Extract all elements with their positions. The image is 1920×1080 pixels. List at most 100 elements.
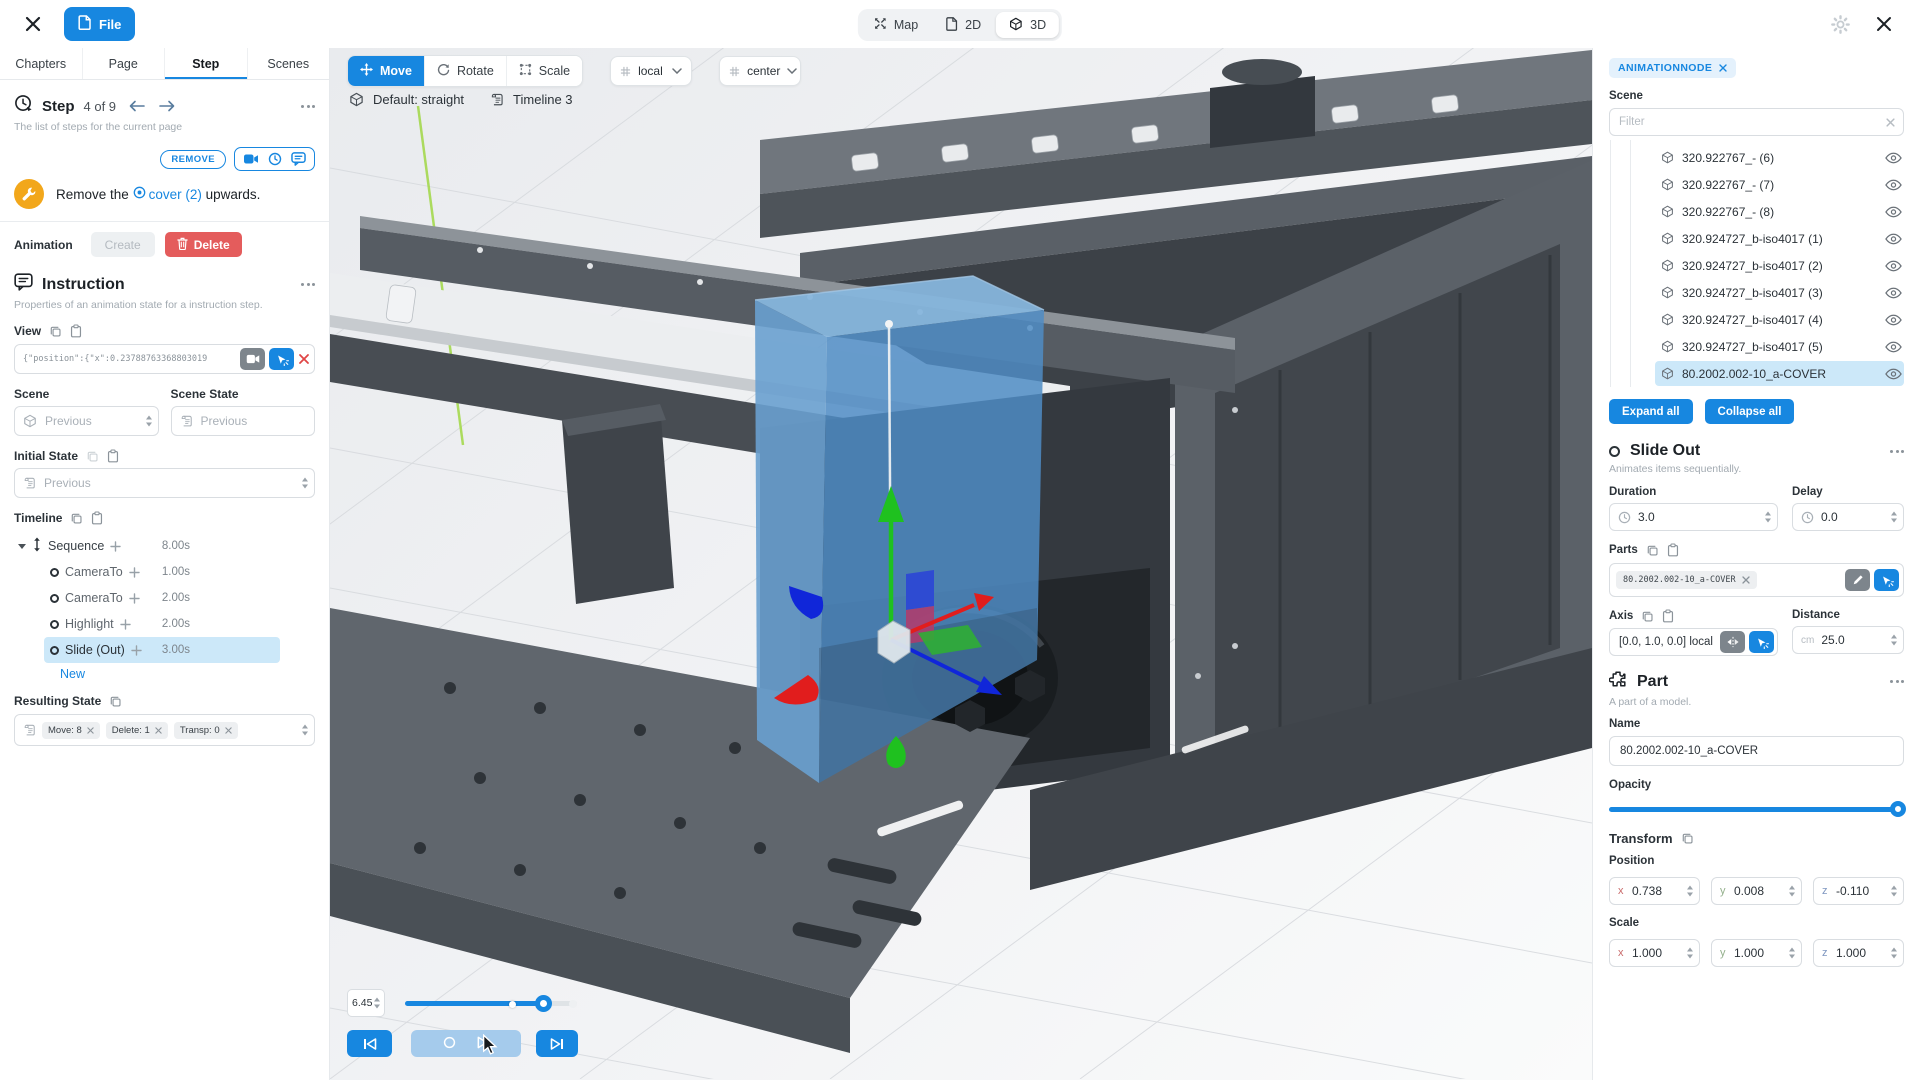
tab-step[interactable]: Step xyxy=(165,48,248,79)
tree-node[interactable]: 320.924727_b-iso4017 (5) xyxy=(1609,333,1904,360)
expand-all-button[interactable]: Expand all xyxy=(1609,399,1693,424)
add-node-icon[interactable] xyxy=(110,541,121,552)
comment-icon[interactable] xyxy=(291,152,306,166)
parts-field[interactable]: 80.2002.002-10_a-COVER xyxy=(1609,563,1904,597)
paste-icon[interactable] xyxy=(107,449,119,463)
add-node-icon[interactable] xyxy=(129,567,140,578)
copy-icon[interactable] xyxy=(109,695,122,708)
chip-remove-icon[interactable] xyxy=(225,727,232,734)
add-node-icon[interactable] xyxy=(129,593,140,604)
edit-parts-icon[interactable] xyxy=(1845,569,1870,591)
new-timeline-node-link[interactable]: New xyxy=(60,667,85,681)
close-app-icon[interactable] xyxy=(1874,14,1894,34)
scene-select[interactable]: Previous xyxy=(14,406,159,436)
tree-node-selected[interactable]: 80.2002.002-10_a-COVER xyxy=(1609,360,1904,387)
create-animation-button[interactable]: Create xyxy=(91,232,155,257)
position-x-field[interactable]: x 0.738 xyxy=(1609,877,1700,905)
file-button[interactable]: File xyxy=(64,7,135,41)
space-select[interactable]: local xyxy=(610,56,692,86)
copy-icon[interactable] xyxy=(49,325,62,338)
part-name-input[interactable] xyxy=(1610,745,1903,757)
initial-state-select[interactable]: Previous xyxy=(14,468,315,498)
camera-capture-icon[interactable] xyxy=(240,348,265,370)
3d-scene[interactable] xyxy=(330,48,1592,1079)
flip-axis-icon[interactable] xyxy=(1720,631,1745,653)
paste-icon[interactable] xyxy=(1667,543,1679,557)
scrubber-knob[interactable] xyxy=(535,995,552,1012)
viewport-3d[interactable]: Move Rotate Scale local center xyxy=(330,48,1592,1080)
axis-field[interactable]: [0.0, 1.0, 0.0] local xyxy=(1609,628,1778,656)
move-tool-button[interactable]: Move xyxy=(348,56,424,86)
remove-badge[interactable]: REMOVE xyxy=(160,150,226,169)
close-icon[interactable] xyxy=(20,11,46,37)
copy-icon[interactable] xyxy=(1641,610,1654,623)
paste-icon[interactable] xyxy=(70,324,82,338)
caret-down-icon[interactable] xyxy=(18,544,26,549)
tree-node[interactable]: 320.922767_- (8) xyxy=(1609,198,1904,225)
pick-in-3d-icon[interactable] xyxy=(1874,569,1899,591)
copy-icon[interactable] xyxy=(1681,832,1694,845)
position-z-field[interactable]: z -0.110 xyxy=(1813,877,1904,905)
prev-step-arrow-icon[interactable] xyxy=(129,100,145,112)
tab-page[interactable]: Page xyxy=(83,48,166,79)
eye-icon[interactable] xyxy=(1885,260,1902,272)
toggle-map[interactable]: Map xyxy=(861,12,931,38)
tree-node[interactable]: 320.924727_b-iso4017 (4) xyxy=(1609,306,1904,333)
tree-node[interactable]: 320.924727_b-iso4017 (1) xyxy=(1609,225,1904,252)
chip-remove-icon[interactable] xyxy=(1742,576,1750,584)
eye-icon[interactable] xyxy=(1885,368,1902,380)
add-node-icon[interactable] xyxy=(120,619,131,630)
clock-icon[interactable] xyxy=(268,152,282,166)
skip-to-start-button[interactable] xyxy=(347,1030,392,1057)
scale-tool-button[interactable]: Scale xyxy=(506,56,582,86)
tree-node[interactable]: 320.924727_b-iso4017 (2) xyxy=(1609,252,1904,279)
toggle-2d[interactable]: 2D xyxy=(933,12,994,38)
tree-node[interactable]: 320.924727_b-iso4017 (3) xyxy=(1609,279,1904,306)
timeline-row-slide-out-selected[interactable]: Slide (Out) 3.00s xyxy=(44,637,280,663)
copy-icon[interactable] xyxy=(70,512,83,525)
paste-icon[interactable] xyxy=(91,511,103,525)
copy-icon[interactable] xyxy=(1646,544,1659,557)
scale-y-field[interactable]: y 1.000 xyxy=(1711,939,1802,967)
eye-icon[interactable] xyxy=(1885,233,1902,245)
collapse-all-button[interactable]: Collapse all xyxy=(1705,399,1795,424)
tree-node[interactable]: 320.922767_- (6) xyxy=(1609,144,1904,171)
add-node-icon[interactable] xyxy=(131,645,142,656)
clear-filter-icon[interactable] xyxy=(1886,118,1895,127)
eye-icon[interactable] xyxy=(1885,314,1902,326)
part-menu-ellipsis[interactable] xyxy=(1890,680,1904,683)
position-y-field[interactable]: y 0.008 xyxy=(1711,877,1802,905)
next-step-arrow-icon[interactable] xyxy=(159,100,175,112)
eye-icon[interactable] xyxy=(1885,206,1902,218)
clear-view-icon[interactable] xyxy=(298,353,310,365)
scale-x-field[interactable]: x 1.000 xyxy=(1609,939,1700,967)
timeline-row-camerato-2[interactable]: CameraTo 2.00s xyxy=(44,585,280,611)
eye-icon[interactable] xyxy=(1885,287,1902,299)
eye-icon[interactable] xyxy=(1885,179,1902,191)
delay-field[interactable]: 0.0 xyxy=(1792,503,1904,531)
duration-field[interactable]: 3.0 xyxy=(1609,503,1778,531)
timeline-scrubber[interactable] xyxy=(405,995,577,1011)
camera-icon[interactable] xyxy=(243,153,259,165)
timeline-row-camerato-1[interactable]: CameraTo 1.00s xyxy=(44,559,280,585)
eye-icon[interactable] xyxy=(1885,341,1902,353)
opacity-knob[interactable] xyxy=(1890,801,1906,817)
instruction-step-row[interactable]: Remove the cover (2) upwards. xyxy=(14,179,315,209)
tab-chapters[interactable]: Chapters xyxy=(0,48,83,79)
opacity-slider[interactable] xyxy=(1609,801,1904,817)
tab-scenes[interactable]: Scenes xyxy=(248,48,330,79)
play-loop-button[interactable] xyxy=(411,1030,521,1057)
gear-icon[interactable] xyxy=(1831,15,1850,34)
slide-out-menu-ellipsis[interactable] xyxy=(1890,450,1904,453)
timeline-row-highlight[interactable]: Highlight 2.00s xyxy=(44,611,280,637)
eye-icon[interactable] xyxy=(1885,152,1902,164)
chip-remove-icon[interactable] xyxy=(155,727,162,734)
step-menu-ellipsis[interactable] xyxy=(301,105,315,108)
badge-close-icon[interactable] xyxy=(1719,64,1727,72)
delete-animation-button[interactable]: Delete xyxy=(165,232,242,257)
pivot-select[interactable]: center xyxy=(719,56,801,86)
rotate-tool-button[interactable]: Rotate xyxy=(424,56,506,86)
part-link[interactable]: cover (2) xyxy=(133,186,202,202)
pick-in-3d-icon[interactable] xyxy=(269,348,294,370)
copy-icon[interactable] xyxy=(86,450,99,463)
